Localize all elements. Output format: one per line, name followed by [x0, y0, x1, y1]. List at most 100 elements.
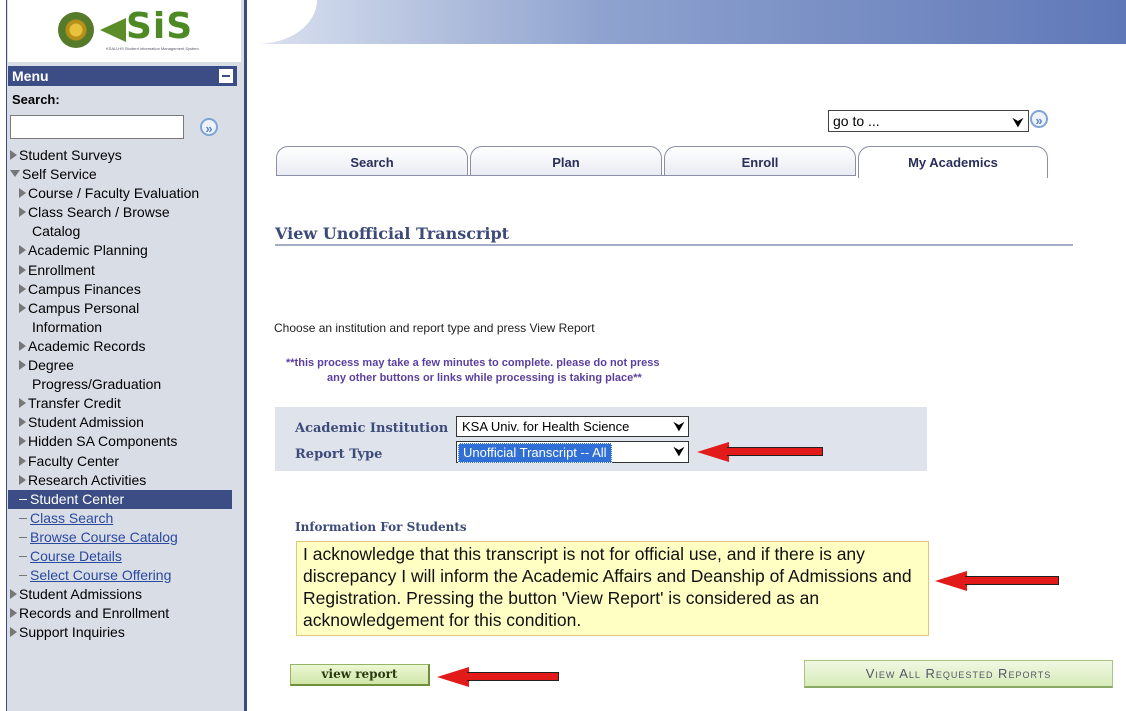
triangle-right-icon [19, 245, 26, 256]
search-go-icon[interactable]: » [200, 118, 218, 136]
menu-item-label: Degree [28, 357, 74, 374]
menu-item-student-surveys[interactable]: Student Surveys [10, 146, 232, 165]
menu-item-campus-personal[interactable]: Campus Personal [10, 299, 232, 318]
menu-item-academic-records[interactable]: Academic Records [10, 337, 232, 356]
goto-go-icon[interactable]: » [1030, 110, 1048, 128]
triangle-right-icon [19, 264, 26, 275]
logo-subtitle: KSAU-HS Student Information Management S… [106, 46, 199, 51]
goto-select-value: go to ... [833, 113, 880, 129]
menu-item-class-search-browse[interactable]: Class Search / Browse [10, 203, 232, 222]
tab-my-academics[interactable]: My Academics [858, 146, 1048, 178]
menu-item-label: Class Search [30, 509, 114, 526]
tab-baseline [276, 175, 856, 176]
menu-search-label: Search: [12, 92, 60, 107]
institution-label: Academic Institution [295, 421, 449, 436]
logo-arrow-icon [100, 18, 126, 42]
menu-title: Menu [12, 68, 49, 84]
institution-select[interactable]: KSA Univ. for Health Science ⮟ [456, 416, 689, 437]
menu-item-enrollment[interactable]: Enrollment [10, 261, 232, 280]
warning-line-2: any other buttons or links while process… [327, 372, 642, 384]
menu-item-label: Transfer Credit [28, 395, 121, 412]
menu-item-student-center[interactable]: Student Center [8, 489, 232, 509]
chevron-down-icon: ⮟ [1012, 114, 1024, 130]
report-type-select-value: Unofficial Transcript -- All [458, 443, 612, 463]
triangle-down-icon [10, 170, 20, 178]
goto-select[interactable]: go to ... ⮟ [828, 110, 1029, 132]
instructions-text: Choose an institution and report type an… [274, 321, 595, 335]
menu-tree: Student Surveys Self Service Course / Facu… [8, 146, 232, 642]
menu-item-self-service[interactable]: Self Service [10, 165, 232, 184]
menu-item-label: Campus Personal [28, 299, 140, 316]
menu-item-label: Progress/Graduation [32, 376, 162, 393]
menu-item-label: Campus Finances [28, 280, 141, 297]
triangle-right-icon [10, 627, 17, 638]
menu-item-student-admission[interactable]: Student Admission [10, 413, 232, 432]
menu-item-student-admissions[interactable]: Student Admissions [10, 585, 232, 604]
dash-icon [19, 517, 27, 519]
logo-emblem-icon [58, 12, 94, 48]
triangle-right-icon [19, 283, 26, 294]
menu-item-academic-planning[interactable]: Academic Planning [10, 241, 232, 260]
menu-item-label: Support Inquiries [19, 624, 125, 641]
report-type-select[interactable]: Unofficial Transcript -- All ⮟ [456, 441, 689, 463]
menu-item-label: Browse Course Catalog [30, 528, 178, 545]
tab-plan[interactable]: Plan [470, 146, 662, 176]
tab-search[interactable]: Search [276, 146, 468, 176]
menu-item-label: Course Details [30, 547, 122, 564]
menu-item-label: Enrollment [28, 261, 95, 278]
view-all-requested-reports-button[interactable]: View All Requested Reports [804, 660, 1113, 688]
menu-item-information: Information [10, 318, 232, 337]
triangle-right-icon [19, 207, 26, 218]
dash-icon [19, 536, 27, 538]
menu-item-catalog: Catalog [10, 222, 232, 241]
menu-item-label: Student Surveys [19, 147, 122, 163]
menu-item-research-activities[interactable]: Research Activities [10, 471, 232, 490]
menu-item-label: Select Course Offering [30, 567, 172, 584]
menu-item-course-faculty-evaluation[interactable]: Course / Faculty Evaluation [10, 184, 232, 203]
tab-enroll[interactable]: Enroll [664, 146, 856, 176]
dash-icon [19, 555, 27, 557]
menu-item-label: Faculty Center [28, 452, 120, 469]
menu-item-browse-course-catalog[interactable]: Browse Course Catalog [10, 528, 232, 547]
menu-item-faculty-center[interactable]: Faculty Center [10, 452, 232, 471]
menu-item-label: Research Activities [28, 471, 147, 488]
triangle-right-icon [19, 398, 26, 409]
menu-item-label: Academic Records [28, 337, 146, 354]
collapse-icon[interactable] [219, 69, 233, 83]
logo-text: SiS [126, 6, 194, 47]
menu-header: Menu [8, 66, 237, 86]
menu-item-select-course-offering[interactable]: Select Course Offering [10, 566, 232, 585]
menu-item-campus-finances[interactable]: Campus Finances [10, 280, 232, 299]
menu-item-label: Student Center [30, 490, 125, 507]
frame-edge [0, 0, 7, 711]
menu-item-label: Hidden SA Components [28, 433, 178, 450]
menu-item-label: Catalog [32, 223, 81, 240]
menu-search-input[interactable] [10, 115, 184, 139]
title-divider [275, 244, 1073, 246]
menu-item-label: Course / Faculty Evaluation [28, 185, 200, 202]
menu-item-course-details[interactable]: Course Details [10, 547, 232, 566]
chevron-down-icon: ⮟ [673, 443, 685, 459]
menu-item-records-and-enrollment[interactable]: Records and Enrollment [10, 604, 232, 623]
menu-item-label: Self Service [22, 166, 97, 183]
menu-item-transfer-credit[interactable]: Transfer Credit [10, 394, 232, 413]
sis-logo: SiS KSAU-HS Student Information Manageme… [8, 0, 241, 62]
report-type-label: Report Type [295, 447, 383, 462]
triangle-right-icon [19, 360, 26, 371]
menu-item-degree[interactable]: Degree [10, 356, 232, 375]
triangle-right-icon [19, 417, 26, 428]
warning-line-1: **this process may take a few minutes to… [286, 357, 660, 369]
triangle-right-icon [19, 340, 26, 351]
triangle-right-icon [10, 608, 17, 619]
menu-item-label: Records and Enrollment [19, 605, 170, 622]
menu-item-class-search[interactable]: Class Search [10, 509, 232, 528]
red-arrow-icon [437, 667, 559, 687]
triangle-right-icon [19, 436, 26, 447]
menu-item-support-inquiries[interactable]: Support Inquiries [10, 623, 232, 642]
triangle-right-icon [19, 188, 26, 199]
institution-select-value: KSA Univ. for Health Science [462, 419, 630, 434]
view-report-button[interactable]: view report [290, 664, 430, 686]
acknowledgement-box: I acknowledge that this transcript is no… [296, 541, 929, 636]
menu-item-label: Information [32, 318, 103, 335]
menu-item-hidden-sa-components[interactable]: Hidden SA Components [10, 432, 232, 451]
